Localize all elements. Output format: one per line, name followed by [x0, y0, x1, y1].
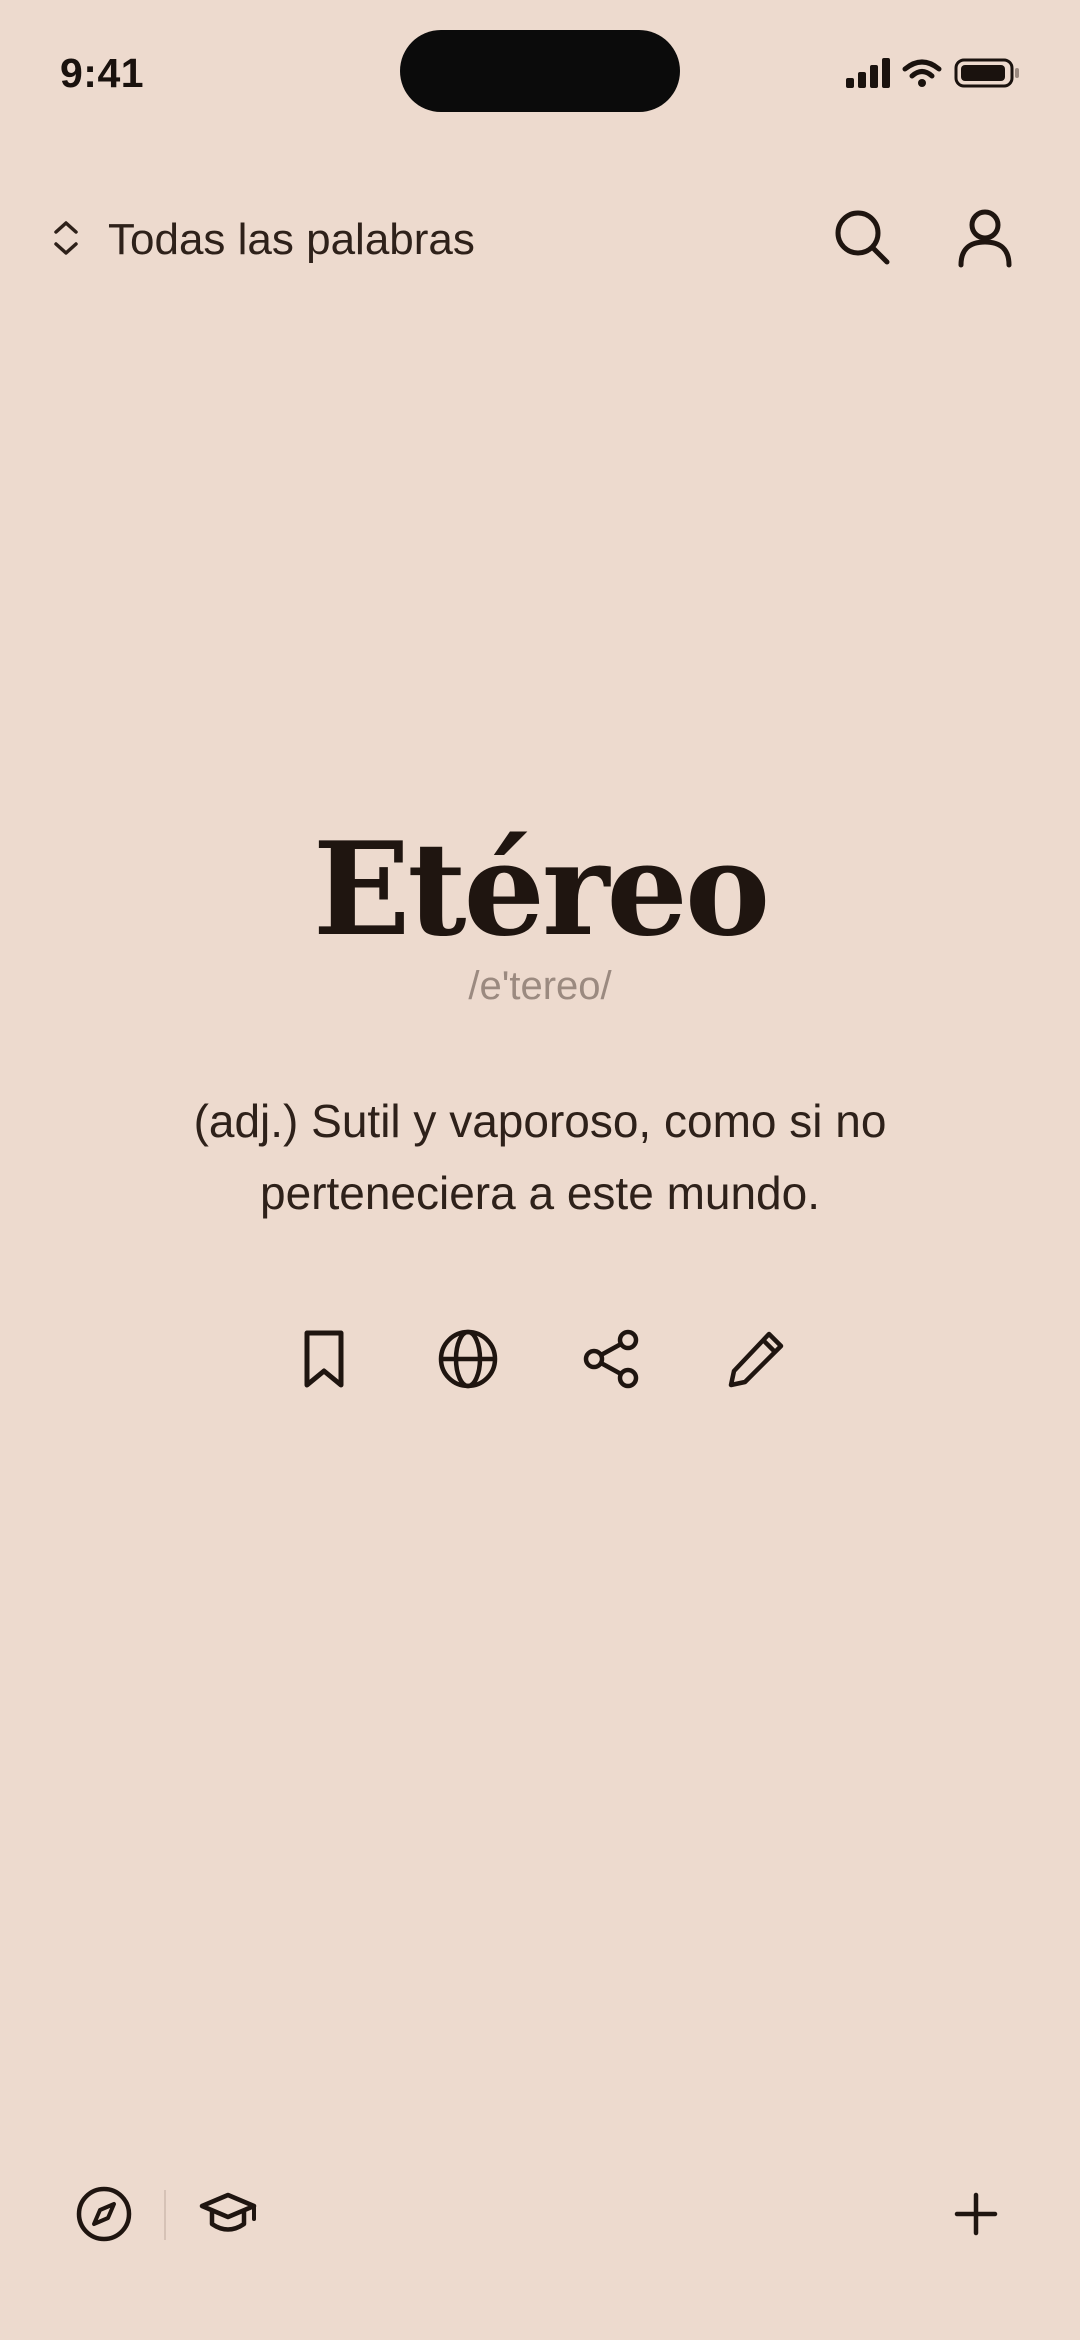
graduation-cap-icon: [198, 2189, 258, 2244]
globe-icon: [437, 1328, 499, 1395]
battery-icon: [954, 58, 1020, 88]
bottom-nav-divider: [164, 2190, 166, 2240]
wifi-icon: [902, 58, 942, 88]
word-title: Etéreo: [312, 815, 770, 965]
plus-icon: [953, 2191, 999, 2242]
signal-icon: [846, 58, 890, 88]
search-icon: [833, 208, 893, 273]
word-definition: (adj.) Sutil y vaporoso, como si no pert…: [193, 1095, 887, 1219]
top-bar: Todas las palabras: [0, 195, 1080, 285]
word-actions: [0, 1325, 1080, 1397]
bottom-nav: [0, 2180, 1080, 2252]
share-button[interactable]: [576, 1325, 648, 1397]
word-filter-selector[interactable]: Todas las palabras: [50, 195, 475, 285]
compass-icon: [75, 2185, 133, 2248]
edit-button[interactable]: [720, 1325, 792, 1397]
bookmark-button[interactable]: [288, 1325, 360, 1397]
search-button[interactable]: [828, 205, 898, 275]
bookmark-icon: [299, 1329, 349, 1394]
filter-label: Todas las palabras: [108, 215, 475, 264]
word-phonetic: /e'tereo/: [468, 964, 612, 1008]
explore-button[interactable]: [68, 2180, 140, 2252]
status-bar: 9:41: [0, 0, 1080, 150]
profile-button[interactable]: [950, 205, 1020, 275]
learn-button[interactable]: [192, 2180, 264, 2252]
share-icon: [582, 1328, 642, 1395]
pencil-icon: [725, 1328, 787, 1395]
add-word-button[interactable]: [940, 2180, 1012, 2252]
dynamic-island: [400, 30, 680, 112]
status-icons: [846, 58, 1020, 88]
status-time: 9:41: [60, 50, 145, 96]
translate-button[interactable]: [432, 1325, 504, 1397]
user-icon: [957, 208, 1013, 273]
chevron-up-down-icon: [50, 217, 82, 264]
